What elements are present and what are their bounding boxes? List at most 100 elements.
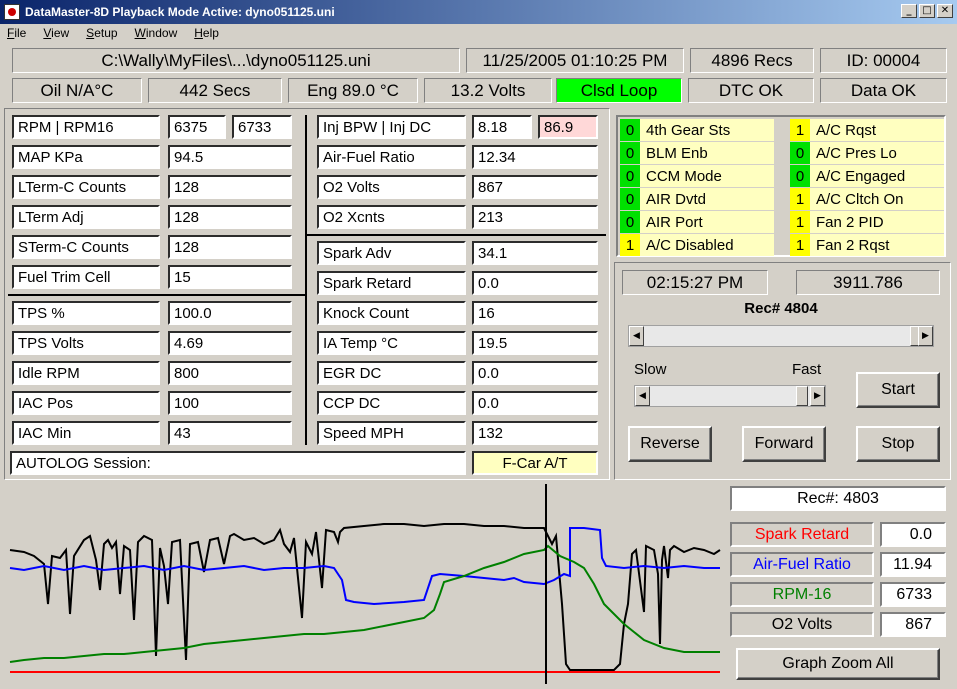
param-label: TPS Volts: [12, 331, 160, 355]
param-value: 6733: [232, 115, 292, 139]
legend-o2-volts[interactable]: O2 Volts: [730, 612, 874, 637]
speed-right-arrow-icon[interactable]: ▶: [810, 386, 825, 406]
menu-view[interactable]: View: [40, 26, 72, 40]
param-value: 16: [472, 301, 598, 325]
flag-value: 0: [620, 165, 640, 187]
param-label: TPS %: [12, 301, 160, 325]
file-path: C:\Wally\MyFiles\...\dyno051125.uni: [12, 48, 460, 73]
param-label: Air-Fuel Ratio: [317, 145, 466, 169]
graph-zoom-all-button[interactable]: Graph Zoom All: [736, 648, 940, 680]
param-label: Speed MPH: [317, 421, 466, 445]
param-value: 800: [168, 361, 292, 385]
param-value: 867: [472, 175, 598, 199]
battery-volts: 13.2 Volts: [424, 78, 552, 103]
dtc-status: DTC OK: [688, 78, 814, 103]
divider: [8, 294, 306, 296]
flag-label: AIR Port: [640, 211, 774, 233]
param-value: 132: [472, 421, 598, 445]
car-type: F-Car A/T: [472, 451, 598, 475]
param-value: 0.0: [472, 271, 598, 295]
flag-value: 1: [790, 188, 810, 210]
record-count: 4896 Recs: [690, 48, 814, 73]
param-value: 0.0: [472, 361, 598, 385]
flag-label: A/C Rqst: [810, 119, 944, 141]
param-label: STerm-C Counts: [12, 235, 160, 259]
flag-label: CCM Mode: [640, 165, 774, 187]
param-value: 15: [168, 265, 292, 289]
loop-status: Clsd Loop: [556, 78, 682, 103]
close-button[interactable]: ✕: [937, 4, 953, 18]
stop-button[interactable]: Stop: [856, 426, 940, 462]
scroll-right-arrow-icon[interactable]: ▶: [918, 326, 933, 346]
forward-button[interactable]: Forward: [742, 426, 826, 462]
param-label: MAP KPa: [12, 145, 160, 169]
data-graph[interactable]: [4, 484, 726, 684]
flag-label: A/C Engaged: [810, 165, 944, 187]
start-button[interactable]: Start: [856, 372, 940, 408]
flag-value: 1: [790, 234, 810, 256]
flag-value: 0: [790, 142, 810, 164]
param-value: 34.1: [472, 241, 598, 265]
menu-file[interactable]: File: [4, 26, 29, 40]
param-value: 213: [472, 205, 598, 229]
flag-value: 1: [790, 119, 810, 141]
flag-label: 4th Gear Sts: [640, 119, 774, 141]
param-value: 100.0: [168, 301, 292, 325]
flag-value: 1: [790, 211, 810, 233]
reverse-button[interactable]: Reverse: [628, 426, 712, 462]
param-value: 128: [168, 205, 292, 229]
speed-thumb[interactable]: [796, 386, 808, 406]
param-value: 0.0: [472, 391, 598, 415]
param-label: Inj BPW | Inj DC: [317, 115, 466, 139]
flag-label: AIR Dvtd: [640, 188, 774, 210]
flag-value: 0: [620, 119, 640, 141]
status-flags-grid: 0 4th Gear Sts 0 BLM Enb 0 CCM Mode 0 AIR Dv…: [616, 115, 946, 257]
param-value: 4.69: [168, 331, 292, 355]
engine-temp: Eng 89.0 °C: [288, 78, 418, 103]
legend-air-fuel-ratio[interactable]: Air-Fuel Ratio: [730, 552, 874, 577]
menu-setup[interactable]: Setup: [83, 26, 120, 40]
param-label: IA Temp °C: [317, 331, 466, 355]
speed-scrollbar[interactable]: ◀ ▶: [634, 385, 826, 407]
param-label: O2 Volts: [317, 175, 466, 199]
graph-record: Rec#: 4803: [730, 486, 946, 511]
legend-value: 0.0: [880, 522, 946, 547]
flag-label: BLM Enb: [640, 142, 774, 164]
legend-spark-retard[interactable]: Spark Retard: [730, 522, 874, 547]
legend-value: 11.94: [880, 552, 946, 577]
maximize-button[interactable]: □: [919, 4, 935, 18]
flag-label: Fan 2 Rqst: [810, 234, 944, 256]
record-id: ID: 00004: [820, 48, 947, 73]
playback-time: 02:15:27 PM: [622, 270, 768, 295]
param-label: RPM | RPM16: [12, 115, 160, 139]
record-scrollbar[interactable]: ◀ ▶: [628, 325, 934, 347]
speed-left-arrow-icon[interactable]: ◀: [635, 386, 650, 406]
window-title: DataMaster-8D Playback Mode Active: dyno…: [25, 5, 335, 19]
divider: [305, 115, 307, 445]
playback-elapsed: 3911.786: [796, 270, 940, 295]
legend-rpm-16[interactable]: RPM-16: [730, 582, 874, 607]
flag-value: 0: [620, 188, 640, 210]
minimize-button[interactable]: _: [901, 4, 917, 18]
menu-help[interactable]: Help: [191, 26, 222, 40]
param-label: Knock Count: [317, 301, 466, 325]
param-label: CCP DC: [317, 391, 466, 415]
param-value: 8.18: [472, 115, 532, 139]
param-value: 19.5: [472, 331, 598, 355]
param-value: 6375: [168, 115, 226, 139]
speed-fast-label: Fast: [792, 361, 822, 378]
menu-window[interactable]: Window: [132, 26, 181, 40]
param-label: Spark Adv: [317, 241, 466, 265]
flag-label: A/C Pres Lo: [810, 142, 944, 164]
divider: [306, 234, 606, 236]
param-label: LTerm Adj: [12, 205, 160, 229]
param-label: Idle RPM: [12, 361, 160, 385]
menu-bar: File View Setup Window Help: [0, 24, 957, 42]
legend-value: 867: [880, 612, 946, 637]
graph-series-air-fuel-ratio: [9, 527, 720, 606]
scroll-left-arrow-icon[interactable]: ◀: [629, 326, 644, 346]
param-value: 128: [168, 235, 292, 259]
app-icon: [4, 4, 20, 20]
param-value: 12.34: [472, 145, 598, 169]
flag-label: A/C Cltch On: [810, 188, 944, 210]
